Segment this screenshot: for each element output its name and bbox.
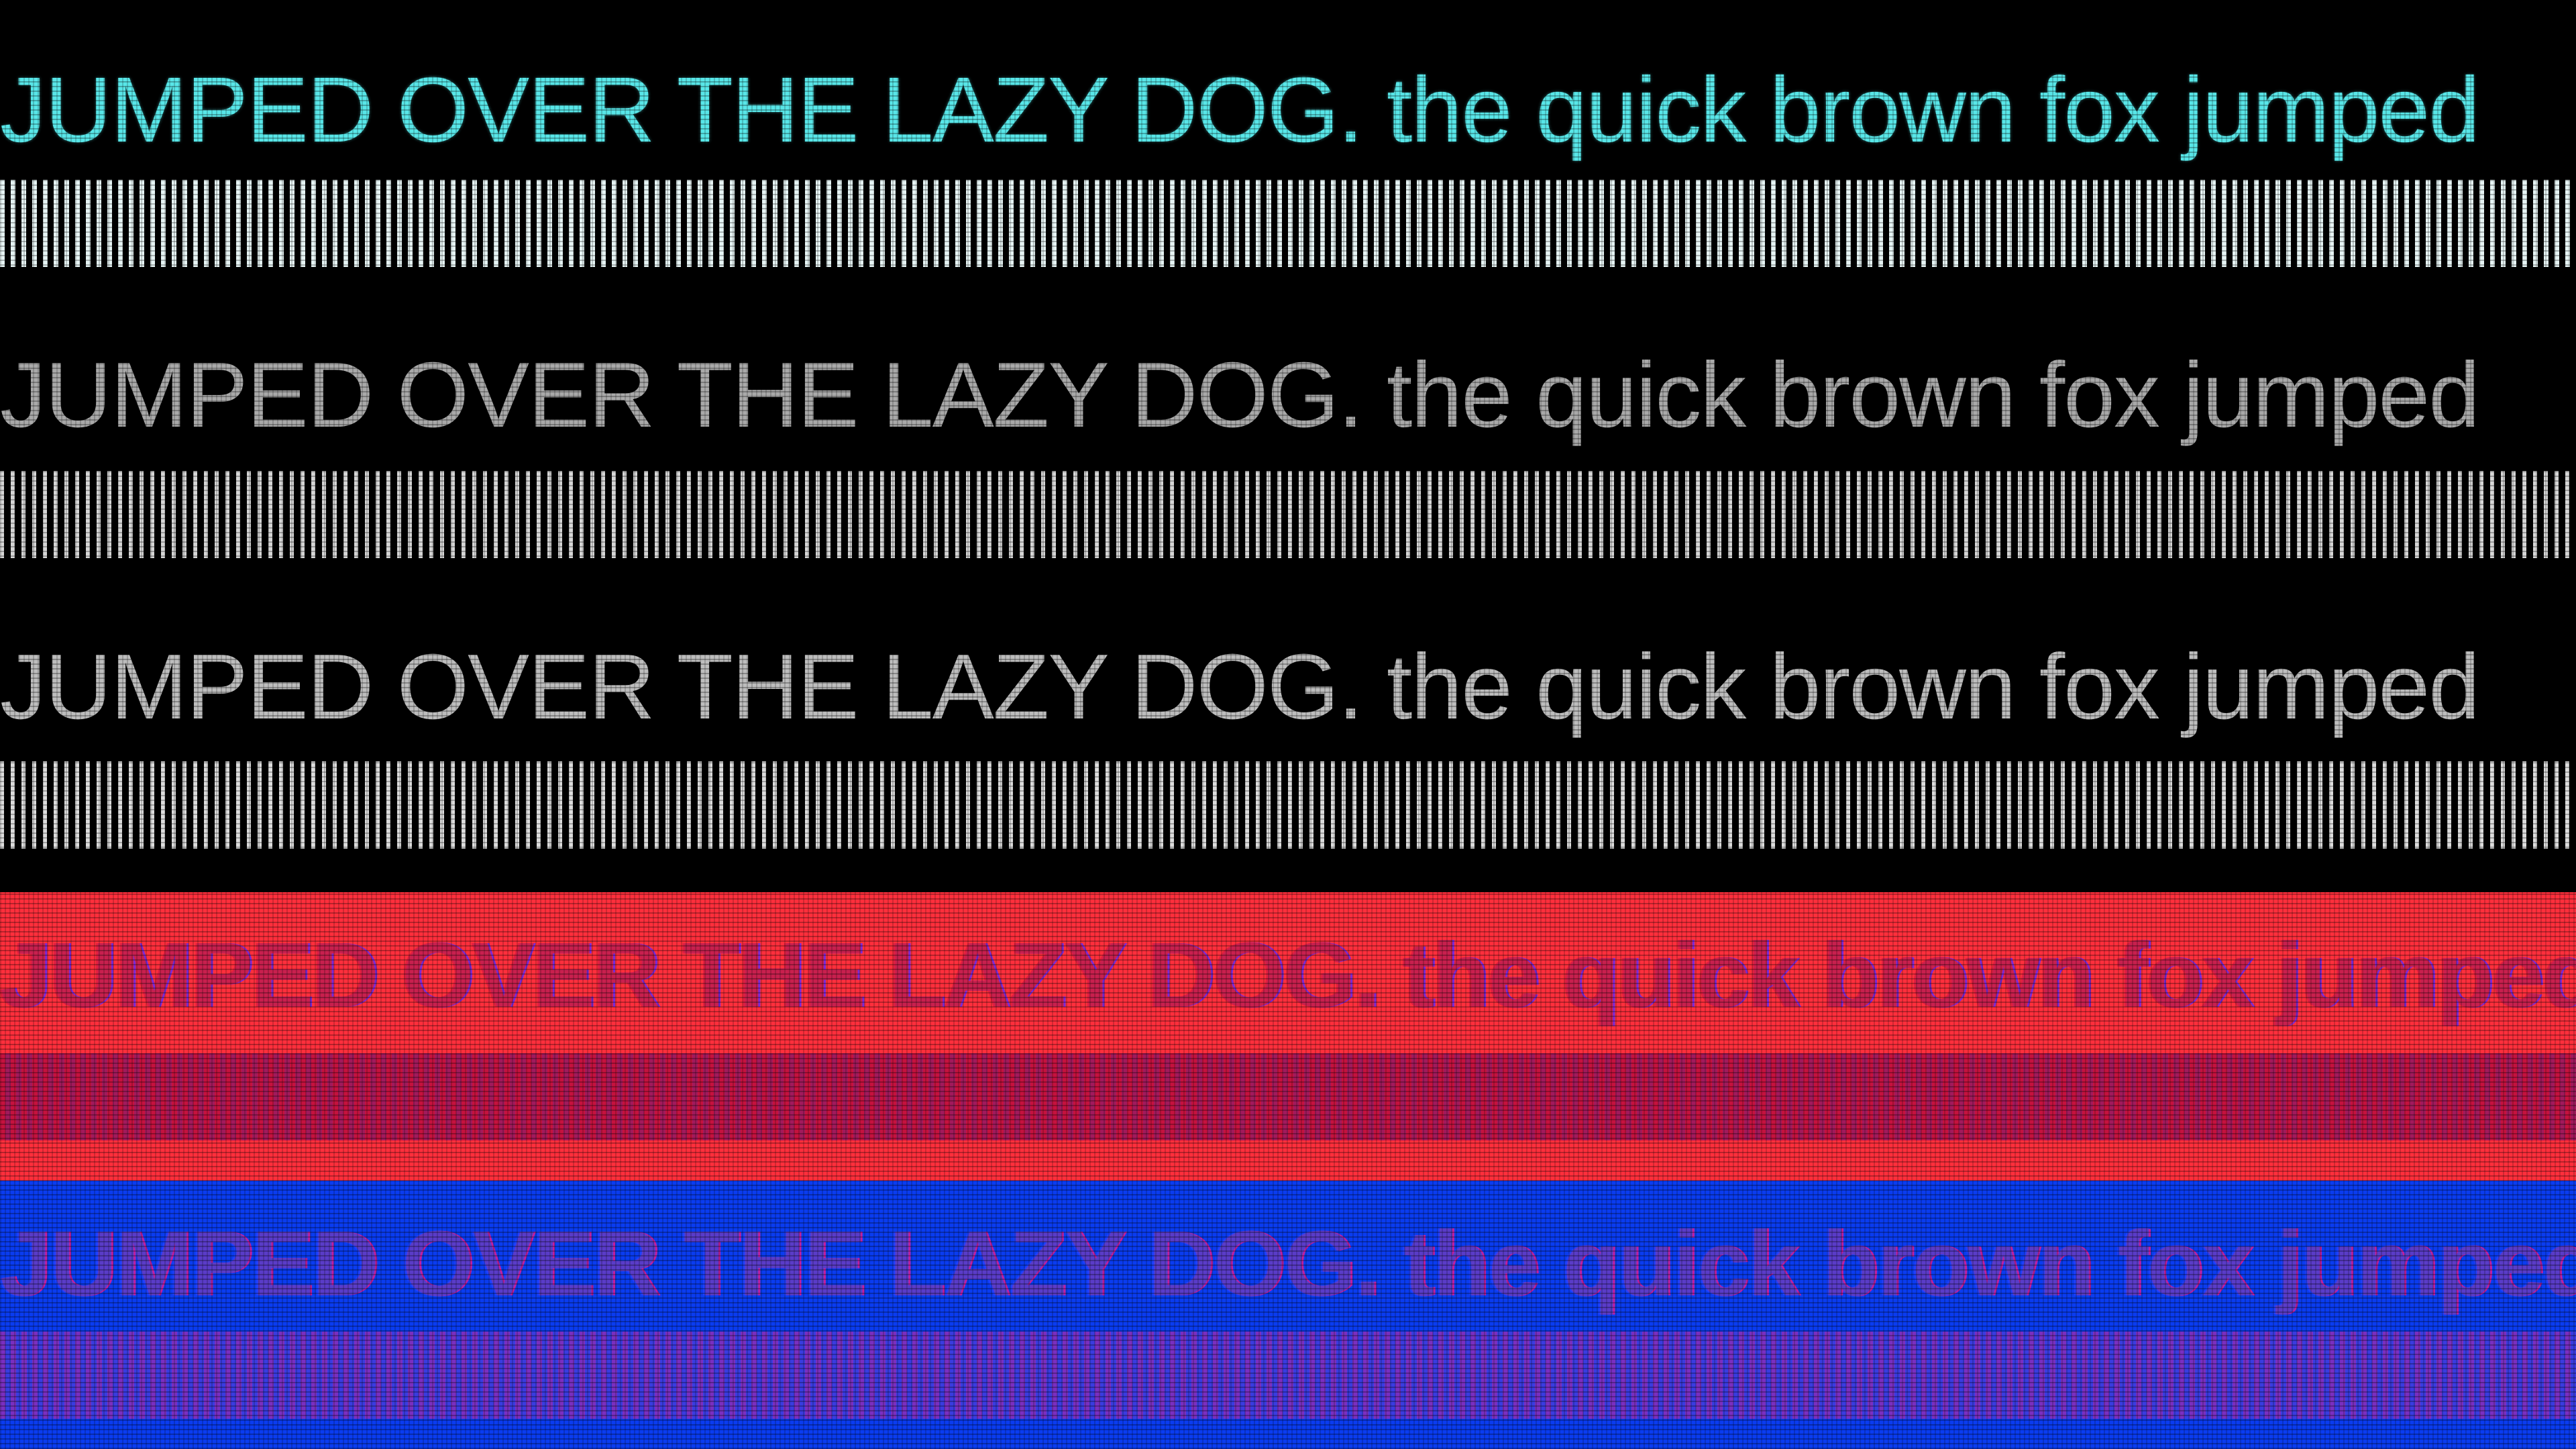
sample-text-line: JUMPED OVER THE LAZY DOG. the quick brow… <box>0 635 2480 739</box>
sample-text-line: JUMPED OVER THE LAZY DOG. the quick brow… <box>0 343 2480 447</box>
vertical-line-pattern <box>0 1053 2576 1140</box>
test-row-grey: JUMPED OVER THE LAZY DOG. the quick brow… <box>0 295 2576 577</box>
vertical-line-pattern <box>0 471 2576 558</box>
sample-text-line: JUMPED OVER THE LAZY DOG. the quick brow… <box>0 924 2576 1027</box>
vertical-line-pattern <box>0 761 2576 849</box>
test-row-red: JUMPED OVER THE LAZY DOG. the quick brow… <box>0 892 2576 1181</box>
vertical-line-pattern <box>0 1332 2576 1419</box>
test-row-light-grey: JUMPED OVER THE LAZY DOG. the quick brow… <box>0 577 2576 892</box>
test-row-blue: JUMPED OVER THE LAZY DOG. the quick brow… <box>0 1181 2576 1449</box>
sample-text-line: JUMPED OVER THE LAZY DOG. the quick brow… <box>0 58 2480 162</box>
vertical-line-pattern <box>0 180 2576 267</box>
sample-text-line: JUMPED OVER THE LAZY DOG. the quick brow… <box>0 1212 2576 1316</box>
test-row-cyan: JUMPED OVER THE LAZY DOG. the quick brow… <box>0 0 2576 295</box>
monitor-test-pattern: JUMPED OVER THE LAZY DOG. the quick brow… <box>0 0 2576 1449</box>
